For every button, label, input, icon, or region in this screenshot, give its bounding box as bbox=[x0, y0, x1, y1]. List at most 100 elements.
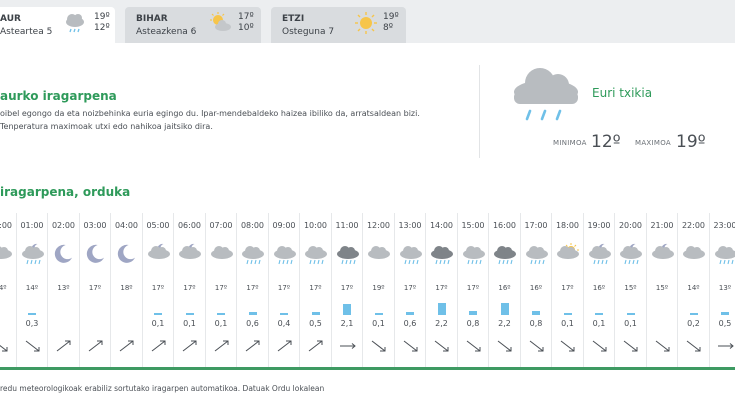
precip-bar bbox=[437, 303, 446, 315]
hour-column: 04:00 18º bbox=[110, 213, 142, 367]
min-temp-value: 12º bbox=[591, 132, 621, 152]
hourly-forecast-strip: 00:00 14º 01:00 14º 0,3 02:00 13º 03:00 17º 04:00… bbox=[0, 213, 735, 367]
wind-arrow-icon bbox=[214, 340, 228, 352]
hour-column: 23:00 13º 0,5 bbox=[708, 213, 735, 367]
cloud-icon bbox=[683, 246, 705, 259]
tab-day-after[interactable]: ETZI Osteguna 7 19º 8º bbox=[271, 7, 406, 43]
hour-temp: 19º bbox=[372, 284, 385, 292]
sun-icon bbox=[355, 12, 377, 34]
precip-bar bbox=[595, 313, 603, 315]
hour-time: 03:00 bbox=[83, 221, 107, 230]
hour-temp: 16º bbox=[529, 284, 543, 292]
hour-precip: 0,1 bbox=[624, 319, 637, 328]
cloud-rain-icon bbox=[242, 246, 264, 265]
moon-cloud-icon bbox=[651, 243, 674, 259]
cloud-rain-icon bbox=[462, 246, 485, 265]
moon-icon bbox=[117, 244, 135, 263]
hour-time: 11:00 bbox=[335, 221, 359, 230]
hour-precip: 0,5 bbox=[718, 319, 732, 328]
hour-temp: 15º bbox=[624, 284, 637, 292]
precip-bar bbox=[626, 313, 635, 315]
hour-time: 16:00 bbox=[492, 221, 517, 230]
dark-cloud-rain-icon bbox=[494, 246, 516, 265]
hour-temp: 17º bbox=[561, 284, 574, 292]
hour-precip: 2,2 bbox=[435, 319, 448, 328]
hour-time: 19:00 bbox=[587, 221, 611, 230]
wind-arrow-icon bbox=[371, 340, 386, 352]
day-tabs: AUR Asteartea 5 19º 12º BIHAR Asteazkena… bbox=[0, 0, 735, 43]
today-forecast-description: oibel egongo da eta noizbehinka euria eg… bbox=[0, 109, 420, 131]
precip-bar bbox=[721, 312, 729, 315]
hour-time: 06:00 bbox=[177, 221, 202, 230]
hour-temp: 17º bbox=[214, 284, 228, 292]
wind-arrow-icon bbox=[623, 340, 638, 352]
moon-cloud-rain-icon bbox=[21, 243, 44, 265]
cloud-icon bbox=[368, 246, 390, 259]
hour-precip: 0,3 bbox=[25, 319, 39, 328]
precip-bar bbox=[28, 313, 36, 315]
tab-date-label: Osteguna 7 bbox=[282, 27, 335, 37]
hour-column: 12:00 19º 0,1 bbox=[362, 213, 394, 367]
hour-precip: 0,4 bbox=[277, 319, 291, 328]
hour-temp: 16º bbox=[498, 284, 511, 292]
divider bbox=[0, 367, 735, 370]
hour-time: 20:00 bbox=[618, 221, 643, 230]
precip-bar bbox=[280, 313, 288, 315]
hour-time: 05:00 bbox=[146, 221, 170, 230]
wind-arrow-icon bbox=[25, 340, 39, 352]
hour-column: 07:00 17º 0,1 bbox=[204, 213, 237, 367]
hour-time: 22:00 bbox=[681, 221, 706, 230]
hour-time: 14:00 bbox=[429, 221, 454, 230]
hour-temp: 17º bbox=[151, 284, 165, 292]
wind-arrow-icon bbox=[88, 340, 102, 352]
wind-arrow-icon bbox=[151, 340, 165, 352]
wind-arrow-icon bbox=[466, 340, 480, 352]
tab-today[interactable]: AUR Asteartea 5 19º 12º bbox=[0, 7, 115, 43]
hour-precip: 0,6 bbox=[246, 319, 259, 328]
hour-time: 02:00 bbox=[51, 221, 76, 230]
hour-temp: 13º bbox=[57, 284, 70, 292]
cloud-icon bbox=[0, 246, 12, 259]
wind-arrow-icon bbox=[717, 343, 734, 349]
hour-temp: 17º bbox=[309, 284, 322, 292]
wind-arrow-icon bbox=[655, 340, 669, 352]
precip-bar bbox=[311, 312, 320, 315]
hour-column: 05:00 17º 0,1 bbox=[141, 213, 174, 367]
wind-arrow-icon bbox=[0, 344, 8, 352]
today-forecast-title: aurko iragarpena bbox=[0, 89, 117, 103]
hour-column: 10:00 17º 0,5 bbox=[299, 213, 331, 367]
hour-temp: 17º bbox=[277, 284, 291, 292]
hour-temp: 15º bbox=[655, 284, 669, 292]
cloud-rain-icon bbox=[714, 246, 735, 265]
wind-arrow-icon bbox=[182, 340, 197, 352]
tab-day-label: BIHAR bbox=[136, 14, 168, 24]
hour-time: 07:00 bbox=[209, 221, 233, 230]
forecast-panel: aurko iragarpena oibel egongo da eta noi… bbox=[0, 43, 735, 413]
hour-time: 09:00 bbox=[272, 221, 296, 230]
wind-arrow-icon bbox=[529, 340, 543, 352]
tab-day-label: AUR bbox=[0, 14, 21, 24]
hour-time: 10:00 bbox=[303, 221, 328, 230]
cloud-rain-icon bbox=[305, 246, 327, 265]
hour-precip: 0,1 bbox=[372, 319, 385, 328]
cloud-rain-icon bbox=[525, 246, 548, 265]
hour-time: 17:00 bbox=[524, 221, 548, 230]
hour-temp: 14º bbox=[687, 284, 700, 292]
moon-icon bbox=[86, 244, 104, 263]
moon-cloud-rain-icon bbox=[588, 243, 611, 265]
hour-column: 02:00 13º bbox=[47, 213, 79, 367]
hour-column: 22:00 14º 0,2 bbox=[677, 213, 709, 367]
hour-precip: 0,8 bbox=[529, 319, 543, 328]
sun-cloud-icon bbox=[557, 243, 579, 259]
tab-tomorrow[interactable]: BIHAR Asteazkena 6 17º 10º bbox=[125, 7, 261, 43]
hour-column: 01:00 14º 0,3 bbox=[15, 213, 48, 367]
wind-arrow-icon bbox=[277, 340, 291, 352]
tab-tmax: 17º bbox=[238, 12, 254, 22]
wind-arrow-icon bbox=[592, 340, 606, 352]
hour-precip: 0,1 bbox=[561, 319, 574, 328]
tab-date-label: Asteartea 5 bbox=[0, 27, 53, 37]
moon-icon bbox=[54, 244, 72, 263]
precip-bar bbox=[343, 304, 351, 315]
tab-date-label: Asteazkena 6 bbox=[136, 27, 197, 37]
hour-column: 15:00 17º 0,8 bbox=[456, 213, 489, 367]
